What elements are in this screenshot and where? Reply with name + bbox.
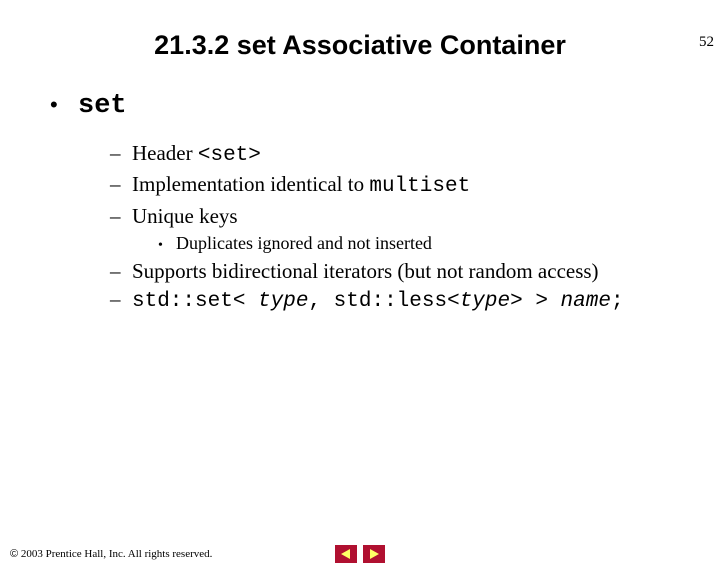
bullet-set: •set (50, 91, 690, 121)
decl-end: > > (510, 290, 560, 313)
bullet-set-text: set (78, 91, 127, 121)
decl-type2: type (460, 290, 510, 313)
content-area: •set –Header <set> –Implementation ident… (0, 91, 720, 317)
unique-text: Unique keys (132, 204, 238, 228)
item-unique-keys: –Unique keys (50, 202, 690, 230)
prev-button[interactable] (335, 545, 357, 563)
header-code: <set> (198, 144, 261, 167)
header-prefix: Header (132, 141, 198, 165)
dup-text: Duplicates ignored and not inserted (176, 233, 432, 253)
triangle-left-icon (340, 548, 352, 560)
item-implementation: –Implementation identical to multiset (50, 170, 690, 201)
item-iterators: –Supports bidirectional iterators (but n… (50, 257, 690, 285)
iter-text: Supports bidirectional iterators (but no… (132, 259, 599, 283)
dash-icon: – (110, 170, 132, 198)
copyright-icon: © (10, 548, 18, 560)
slide-title: 21.3.2 set Associative Container (0, 30, 720, 61)
next-button[interactable] (363, 545, 385, 563)
dash-icon: – (110, 139, 132, 167)
item-declaration: –std::set< type, std::less<type> > name; (50, 285, 690, 316)
dash-icon: – (110, 257, 132, 285)
impl-prefix: Implementation identical to (132, 172, 369, 196)
page-number: 52 (699, 34, 714, 51)
copyright-text: © 2003 Prentice Hall, Inc. All rights re… (10, 548, 212, 560)
dash-icon: – (110, 285, 132, 313)
dot-icon: • (158, 235, 176, 256)
item-duplicates: •Duplicates ignored and not inserted (50, 230, 690, 257)
decl-semi: ; (611, 290, 624, 313)
decl-type1: type (258, 290, 308, 313)
decl-mid: , std::less< (308, 290, 459, 313)
decl-start: std::set< (132, 290, 258, 313)
footer: © 2003 Prentice Hall, Inc. All rights re… (10, 548, 710, 560)
triangle-right-icon (368, 548, 380, 560)
dash-icon: – (110, 202, 132, 230)
item-header: –Header <set> (50, 139, 690, 170)
decl-name: name (561, 290, 611, 313)
nav-buttons (335, 545, 385, 563)
copyright-label: 2003 Prentice Hall, Inc. All rights rese… (18, 548, 212, 560)
impl-code: multiset (369, 175, 470, 198)
bullet-dot: • (50, 92, 78, 118)
